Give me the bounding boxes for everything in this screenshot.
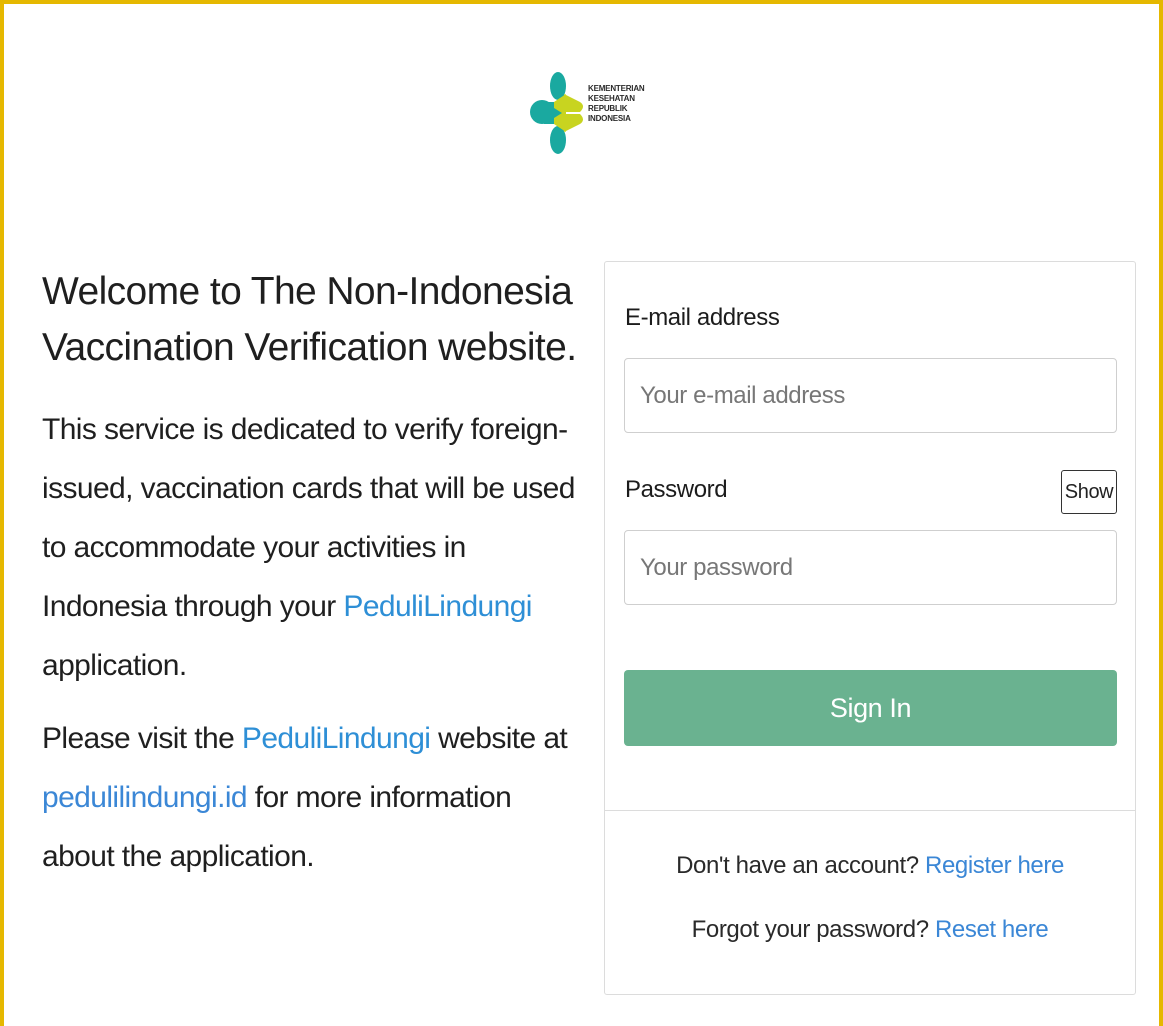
password-field[interactable] — [624, 530, 1117, 605]
intro-section: Welcome to The Non-Indonesia Vaccination… — [42, 264, 582, 886]
intro-text-end: application. — [42, 649, 187, 682]
page-frame: KEMENTERIAN KESEHATAN REPUBLIK INDONESIA… — [0, 0, 1163, 1026]
logo-text: KEMENTERIAN KESEHATAN REPUBLIK INDONESIA — [588, 84, 645, 124]
visit-text-middle: website at — [430, 722, 568, 755]
kemenkes-logo: KEMENTERIAN KESEHATAN REPUBLIK INDONESIA — [530, 72, 660, 156]
sign-in-button[interactable]: Sign In — [624, 670, 1117, 746]
visit-text: Please visit the — [42, 722, 242, 755]
logo-line-3: REPUBLIK — [588, 104, 628, 113]
register-link[interactable]: Register here — [925, 852, 1064, 879]
register-prompt: Don't have an account? — [676, 852, 919, 879]
kemenkes-logo-icon — [530, 72, 583, 154]
page-title: Welcome to The Non-Indonesia Vaccination… — [42, 270, 577, 369]
visit-paragraph: Please visit the PeduliLindungi website … — [42, 709, 582, 886]
brand-link-pedulilindungi[interactable]: PeduliLindungi — [343, 590, 532, 623]
password-label: Password — [625, 476, 728, 503]
reset-prompt: Forgot your password? — [691, 916, 929, 943]
brand-link-pedulilindungi-2[interactable]: PeduliLindungi — [242, 722, 431, 755]
email-label: E-mail address — [625, 304, 780, 331]
website-link[interactable]: pedulilindungi.id — [42, 781, 248, 814]
register-line: Don't have an account? Register here — [605, 852, 1135, 880]
card-divider — [605, 810, 1135, 811]
logo-line-4: INDONESIA — [588, 114, 631, 123]
reset-line: Forgot your password? Reset here — [605, 916, 1135, 944]
reset-link[interactable]: Reset here — [935, 916, 1049, 943]
logo-line-2: KESEHATAN — [588, 94, 635, 103]
logo-line-1: KEMENTERIAN — [588, 84, 645, 93]
login-card: E-mail address Password Show Sign In Don… — [604, 261, 1136, 995]
intro-paragraph: This service is dedicated to verify fore… — [42, 400, 582, 695]
show-password-button[interactable]: Show — [1061, 470, 1117, 514]
email-field[interactable] — [624, 358, 1117, 433]
